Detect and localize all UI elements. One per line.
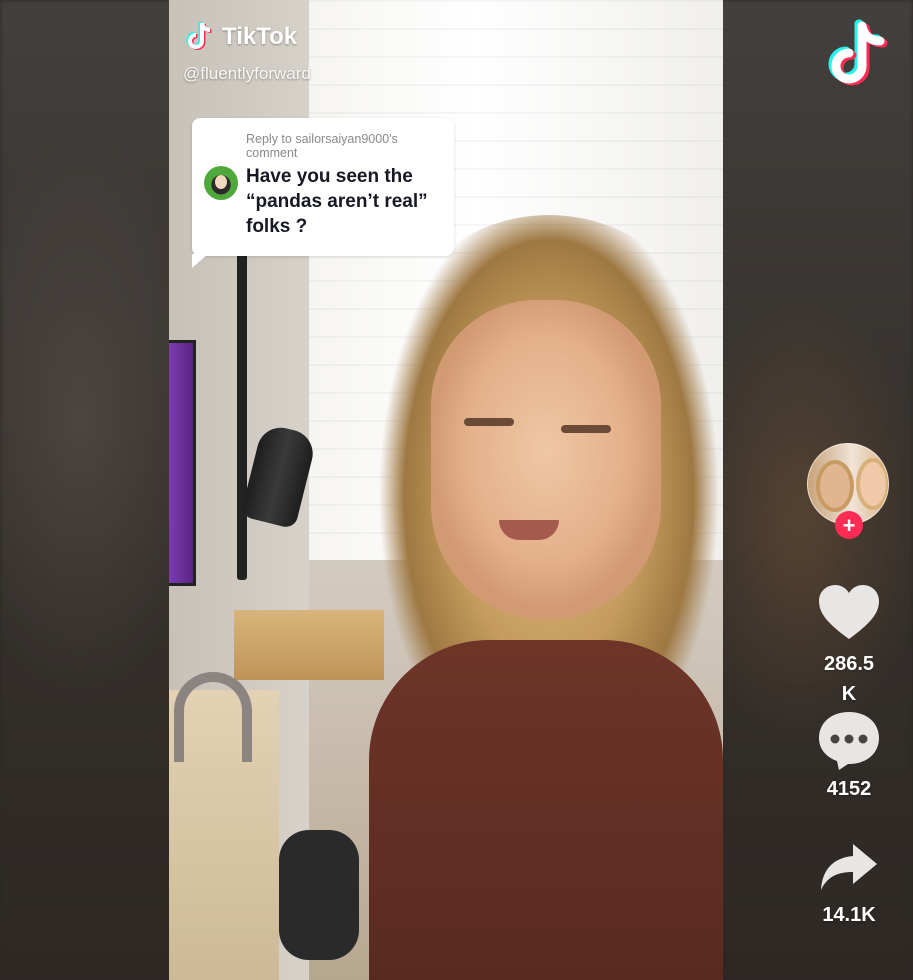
brand-name: TikTok xyxy=(222,23,298,50)
share-icon[interactable] xyxy=(819,842,879,892)
video-person-top xyxy=(369,640,723,980)
share-count: 14.1K xyxy=(822,904,876,926)
video-person-eye xyxy=(464,418,514,426)
like-action[interactable]: 286.5K xyxy=(808,583,890,709)
share-action[interactable]: 14.1K xyxy=(808,842,890,930)
reply-to-label: Reply to sailorsaiyan9000's comment xyxy=(246,132,398,160)
video-mic-arm xyxy=(237,250,247,580)
comment-count: 4152 xyxy=(826,778,872,800)
tiktok-watermark: TikTok xyxy=(186,20,297,54)
avatar-face xyxy=(856,458,888,510)
commenter-avatar xyxy=(204,166,238,200)
reply-question-text: Have you seen the “pandas aren’t real” f… xyxy=(246,166,428,237)
follow-button[interactable]: + xyxy=(835,511,863,539)
like-count: 286.5K xyxy=(823,653,875,705)
video-person-face xyxy=(431,300,661,620)
video-monitor xyxy=(169,340,196,586)
tiktok-logo-icon xyxy=(186,21,212,50)
video-shelf xyxy=(234,610,384,680)
heart-icon[interactable] xyxy=(817,583,881,643)
comment-icon[interactable] xyxy=(817,708,881,772)
video-chair xyxy=(279,830,359,960)
reply-card-tail xyxy=(192,254,208,268)
tiktok-logo-icon[interactable] xyxy=(828,18,894,92)
creator-handle[interactable]: @fluentlyforward xyxy=(183,64,311,84)
comment-action[interactable]: 4152 xyxy=(808,708,890,804)
reply-comment-card: Reply to sailorsaiyan9000's comment Have… xyxy=(192,118,454,268)
video-headphones xyxy=(174,672,252,762)
video-person-eye xyxy=(561,425,611,433)
avatar-face xyxy=(816,460,854,512)
